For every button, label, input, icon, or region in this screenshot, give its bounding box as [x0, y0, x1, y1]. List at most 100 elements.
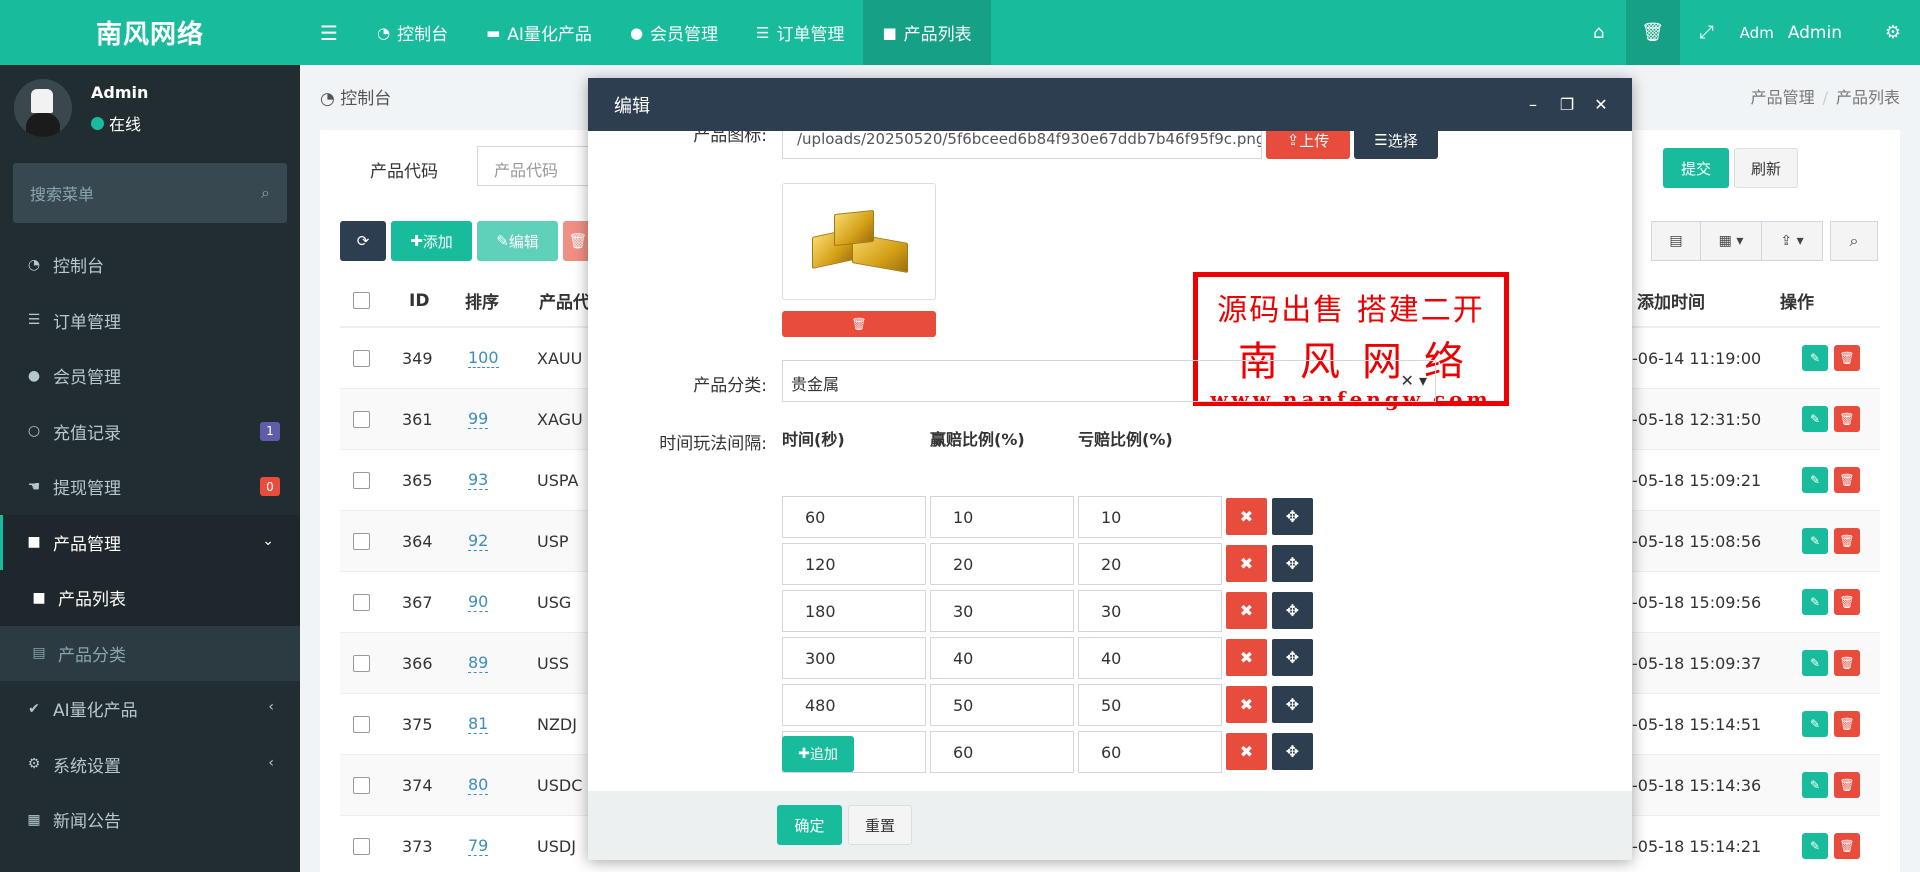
toggle-view-icon[interactable]: ▤	[1651, 221, 1701, 261]
sidebar-item-ai-products[interactable]: ✔ AI量化产品 ‹	[0, 681, 300, 737]
loss-ratio-input[interactable]: 50	[1078, 684, 1222, 726]
remove-row-icon[interactable]: ✖	[1226, 639, 1267, 676]
columns-icon[interactable]: ▦ ▾	[1700, 221, 1762, 261]
row-checkbox[interactable]	[353, 837, 370, 855]
col-id[interactable]: ID	[409, 275, 429, 326]
cell-sort[interactable]: 92	[468, 531, 489, 551]
remove-row-icon[interactable]: ✖	[1226, 545, 1267, 582]
edit-button[interactable]: ✎ 编辑	[477, 221, 558, 261]
delete-row-icon[interactable]: 🗑	[1834, 711, 1860, 737]
row-checkbox[interactable]	[353, 715, 370, 733]
reload-icon[interactable]: ⟳	[340, 221, 386, 261]
close-icon[interactable]: ✕	[1584, 95, 1618, 114]
drag-handle-icon[interactable]: ✥	[1272, 639, 1313, 676]
row-checkbox[interactable]	[353, 532, 370, 550]
win-ratio-input[interactable]: 60	[930, 731, 1074, 773]
maximize-icon[interactable]: ❐	[1550, 95, 1584, 114]
delete-row-icon[interactable]: 🗑	[1834, 406, 1860, 432]
time-input[interactable]: 60	[782, 496, 926, 538]
export-icon[interactable]: ⇪ ▾	[1761, 221, 1823, 261]
cell-sort[interactable]: 90	[468, 592, 489, 612]
sidebar-item-news[interactable]: ▦ 新闻公告	[0, 792, 300, 848]
menu-toggle-icon[interactable]: ☰	[300, 0, 358, 65]
tab-dashboard[interactable]: ◔ 控制台	[358, 0, 467, 65]
select-all-checkbox[interactable]	[353, 292, 370, 309]
delete-row-icon[interactable]: 🗑	[1834, 528, 1860, 554]
tab-orders[interactable]: ☰ 订单管理	[737, 0, 863, 65]
drag-handle-icon[interactable]: ✥	[1272, 498, 1313, 535]
sidebar-item-settings[interactable]: ⚙ 系统设置 ‹	[0, 737, 300, 793]
win-ratio-input[interactable]: 40	[930, 637, 1074, 679]
sidebar-item-dashboard[interactable]: ◔ 控制台	[0, 237, 300, 293]
edit-row-icon[interactable]: ✎	[1802, 467, 1828, 493]
refresh-button[interactable]: 刷新	[1734, 148, 1798, 188]
delete-row-icon[interactable]: 🗑	[1834, 589, 1860, 615]
cell-sort[interactable]: 100	[468, 348, 499, 368]
row-checkbox[interactable]	[353, 349, 370, 367]
cell-sort[interactable]: 80	[468, 775, 489, 795]
sidebar-item-recharge[interactable]: ○ 充值记录 1	[0, 404, 300, 460]
drag-handle-icon[interactable]: ✥	[1272, 592, 1313, 629]
loss-ratio-input[interactable]: 20	[1078, 543, 1222, 585]
drag-handle-icon[interactable]: ✥	[1272, 733, 1313, 770]
drag-handle-icon[interactable]: ✥	[1272, 545, 1313, 582]
trash-icon[interactable]: 🗑	[1625, 0, 1680, 65]
time-input[interactable]: 120	[782, 543, 926, 585]
cell-sort[interactable]: 99	[468, 409, 489, 429]
edit-row-icon[interactable]: ✎	[1802, 650, 1828, 676]
choose-button[interactable]: ☰ 选择	[1354, 131, 1438, 159]
cell-sort[interactable]: 89	[468, 653, 489, 673]
loss-ratio-input[interactable]: 60	[1078, 731, 1222, 773]
category-select[interactable]: 贵金属 ✕ ▾	[782, 360, 1436, 402]
time-input[interactable]: 180	[782, 590, 926, 632]
win-ratio-input[interactable]: 50	[930, 684, 1074, 726]
edit-row-icon[interactable]: ✎	[1802, 528, 1828, 554]
submit-button[interactable]: 提交	[1663, 148, 1729, 188]
edit-row-icon[interactable]: ✎	[1802, 406, 1828, 432]
delete-row-icon[interactable]: 🗑	[1834, 650, 1860, 676]
filter-code-input[interactable]: 产品代码	[477, 146, 597, 186]
image-path-input[interactable]: /uploads/20250520/5f6bceed6b84f930e67ddb…	[782, 131, 1262, 159]
row-checkbox[interactable]	[353, 593, 370, 611]
col-sort[interactable]: 排序	[465, 275, 499, 326]
delete-row-icon[interactable]: 🗑	[1834, 467, 1860, 493]
win-ratio-input[interactable]: 20	[930, 543, 1074, 585]
confirm-button[interactable]: 确定	[777, 805, 842, 845]
sidebar-item-product-category[interactable]: ▤ 产品分类	[0, 626, 300, 682]
loss-ratio-input[interactable]: 10	[1078, 496, 1222, 538]
row-checkbox[interactable]	[353, 471, 370, 489]
time-input[interactable]: 480	[782, 684, 926, 726]
loss-ratio-input[interactable]: 40	[1078, 637, 1222, 679]
add-button[interactable]: ✚ 添加	[391, 221, 472, 261]
tab-product-list[interactable]: ■ 产品列表	[863, 0, 991, 65]
reset-button[interactable]: 重置	[848, 805, 912, 845]
row-checkbox[interactable]	[353, 776, 370, 794]
delete-row-icon[interactable]: 🗑	[1834, 772, 1860, 798]
append-button[interactable]: ✚ 追加	[782, 736, 854, 772]
remove-row-icon[interactable]: ✖	[1226, 498, 1267, 535]
tab-members[interactable]: ● 会员管理	[611, 0, 737, 65]
row-checkbox[interactable]	[353, 654, 370, 672]
cell-sort[interactable]: 79	[468, 836, 489, 856]
fullscreen-icon[interactable]: ⤢	[1680, 0, 1734, 65]
sidebar-item-withdraw[interactable]: ☚ 提现管理 0	[0, 459, 300, 515]
edit-row-icon[interactable]: ✎	[1802, 711, 1828, 737]
cell-sort[interactable]: 81	[468, 714, 489, 734]
sidebar-search-input[interactable]: 搜索菜单 ⌕	[13, 163, 287, 223]
win-ratio-input[interactable]: 10	[930, 496, 1074, 538]
edit-row-icon[interactable]: ✎	[1802, 589, 1828, 615]
col-time[interactable]: 添加时间	[1637, 275, 1705, 326]
sidebar-item-members[interactable]: ● 会员管理	[0, 348, 300, 404]
drag-handle-icon[interactable]: ✥	[1272, 686, 1313, 723]
tab-ai-products[interactable]: ▬ AI量化产品	[467, 0, 611, 65]
time-input[interactable]: 300	[782, 637, 926, 679]
breadcrumb-item[interactable]: 产品管理	[1751, 88, 1815, 107]
remove-image-button[interactable]: 🗑	[782, 311, 936, 337]
col-code[interactable]: 产品代	[539, 275, 590, 326]
remove-row-icon[interactable]: ✖	[1226, 592, 1267, 629]
clear-chevron-icon[interactable]: ✕ ▾	[1400, 371, 1427, 391]
sidebar-item-product-list[interactable]: ■ 产品列表	[0, 570, 300, 626]
user-short[interactable]: Adm	[1734, 0, 1780, 65]
sidebar-item-product-mgmt[interactable]: ■ 产品管理 ⌄	[0, 514, 300, 570]
minimize-icon[interactable]: –	[1516, 95, 1550, 114]
